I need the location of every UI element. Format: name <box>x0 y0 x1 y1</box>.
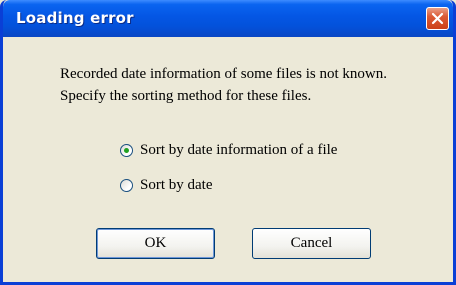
ok-button[interactable]: OK <box>96 228 215 259</box>
message-line-1: Recorded date information of some files … <box>60 66 388 82</box>
message-line-2: Specify the sorting method for these fil… <box>60 88 312 104</box>
radio-selected-dot <box>124 147 129 153</box>
radio-sort-by-date[interactable]: Sort by date <box>120 176 213 194</box>
dialog-window: Loading error Recorded date information … <box>0 0 456 285</box>
radio-label: Sort by date <box>140 176 213 193</box>
dialog-body: Recorded date information of some files … <box>3 37 453 282</box>
close-button[interactable] <box>426 7 449 30</box>
window-title: Loading error <box>16 9 134 27</box>
radio-button-selected[interactable] <box>120 143 133 157</box>
radio-button-unselected[interactable] <box>120 178 133 192</box>
radio-label: Sort by date information of a file <box>140 141 338 158</box>
close-icon <box>431 12 444 25</box>
title-bar[interactable]: Loading error <box>3 0 453 37</box>
cancel-button[interactable]: Cancel <box>252 228 371 259</box>
radio-sort-by-file-date[interactable]: Sort by date information of a file <box>120 141 337 159</box>
